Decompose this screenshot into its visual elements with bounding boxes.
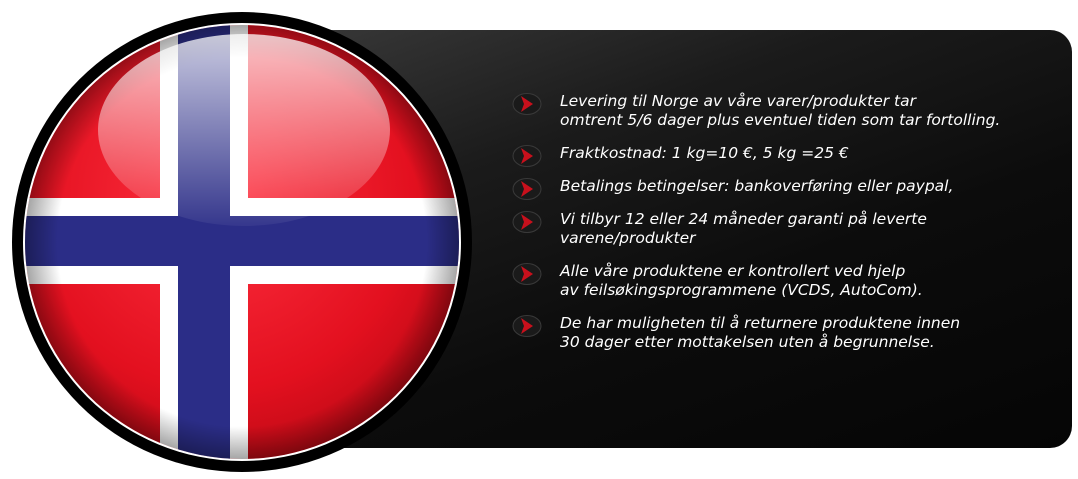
info-list: Levering til Norge av våre varer/produkt… [512,92,1062,366]
norway-shipping-info-banner: Levering til Norge av våre varer/produkt… [0,0,1078,479]
item-text: Vi tilbyr 12 eller 24 måneder garanti på… [560,210,927,247]
list-item: Fraktkostnad: 1 kg=10 €, 5 kg =25 € [512,144,1062,167]
item-text: Levering til Norge av våre varer/produkt… [560,92,1001,129]
chevron-right-icon [512,93,542,115]
chevron-right-icon [512,315,542,337]
norway-flag-icon [12,12,472,472]
chevron-right-icon [512,263,542,285]
item-text: Alle våre produktene er kontrollert ved … [560,262,923,299]
item-text: De har muligheten til å returnere produk… [560,314,961,351]
list-item: Vi tilbyr 12 eller 24 måneder garanti på… [512,210,1062,248]
chevron-right-icon [512,178,542,200]
item-text: Betalings betingelser: bankoverføring el… [560,177,954,195]
list-item: Alle våre produktene er kontrollert ved … [512,262,1062,300]
chevron-right-icon [512,211,542,233]
list-item: Levering til Norge av våre varer/produkt… [512,92,1062,130]
list-item: De har muligheten til å returnere produk… [512,314,1062,352]
item-text: Fraktkostnad: 1 kg=10 €, 5 kg =25 € [560,144,849,162]
list-item: Betalings betingelser: bankoverføring el… [512,177,1062,200]
chevron-right-icon [512,145,542,167]
